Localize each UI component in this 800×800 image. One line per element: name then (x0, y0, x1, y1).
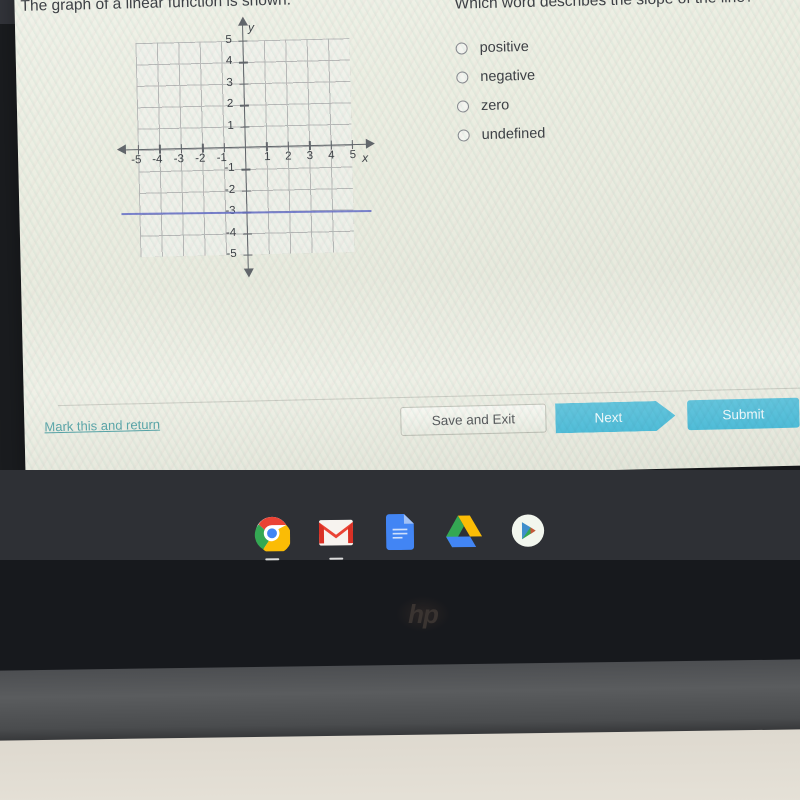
mark-and-return-link[interactable]: Mark this and return (44, 417, 160, 435)
y-tick (243, 254, 253, 257)
x-tick (351, 140, 354, 150)
running-indicator (329, 557, 344, 560)
x-tick-label: -4 (152, 153, 163, 166)
gmail-icon[interactable] (316, 512, 356, 560)
choice-label: positive (479, 38, 529, 56)
x-tick-label: 2 (285, 150, 292, 163)
radio-button-icon[interactable] (456, 99, 470, 113)
x-tick (266, 142, 268, 152)
choice-label: undefined (481, 125, 546, 143)
y-tick-label: -1 (224, 162, 235, 175)
x-axis-label: x (362, 150, 369, 165)
y-tick-label: 5 (225, 33, 232, 47)
x-tick (137, 145, 140, 155)
answer-choices: positive negative zero undefined (455, 32, 546, 150)
choice-zero[interactable]: zero (456, 90, 545, 121)
photo-scene: 5 5 The graph of a linear function is sho… (0, 0, 800, 800)
y-tick (239, 83, 249, 85)
choice-negative[interactable]: negative (456, 61, 544, 92)
y-tick (242, 233, 252, 235)
y-tick-label: -4 (225, 226, 237, 239)
running-indicator (265, 558, 280, 561)
y-tick-label: 1 (227, 119, 234, 132)
x-axis-arrow-left-icon (116, 144, 127, 155)
x-tick-label: -5 (131, 154, 142, 167)
radio-button-icon[interactable] (457, 128, 470, 142)
choice-undefined[interactable]: undefined (457, 119, 546, 150)
x-tick (287, 141, 290, 151)
y-tick (238, 61, 248, 64)
y-tick-label: 3 (226, 76, 233, 89)
google-docs-icon[interactable] (380, 512, 420, 552)
y-tick-label: 4 (225, 55, 233, 68)
x-tick (330, 140, 332, 150)
y-tick (238, 40, 248, 43)
y-tick (241, 190, 251, 192)
y-tick (239, 104, 249, 107)
submit-button[interactable]: Submit (686, 397, 800, 431)
chromeos-shelf (0, 508, 800, 561)
x-tick-label: 5 (349, 148, 357, 162)
y-tick (240, 126, 250, 128)
radio-button-icon[interactable] (456, 70, 469, 84)
x-tick-label: 1 (264, 151, 271, 164)
x-tick-label: -3 (173, 153, 185, 166)
quiz-page: The graph of a linear function is shown. (14, 0, 800, 484)
x-tick-label: 3 (306, 150, 314, 163)
next-button[interactable]: Next (555, 401, 676, 434)
x-tick (180, 144, 183, 154)
google-drive-icon[interactable] (444, 511, 484, 551)
x-axis-arrow-right-icon (365, 138, 375, 149)
y-axis-arrow-up-icon (237, 16, 249, 26)
chrome-icon[interactable] (252, 513, 292, 561)
x-tick-label: -2 (195, 152, 206, 165)
x-tick (223, 143, 226, 153)
desk-surface (0, 729, 800, 800)
save-and-exit-button[interactable]: Save and Exit (400, 403, 547, 437)
prompt-text: The graph of a linear function is shown. (20, 0, 292, 15)
play-store-icon[interactable] (508, 510, 548, 550)
y-tick (241, 168, 251, 171)
x-tick-label: 4 (327, 149, 335, 162)
y-tick-label: -5 (226, 247, 237, 261)
hp-brand-logo: hp (396, 596, 450, 632)
coordinate-graph: -5 -4 -3 -2 -1 1 2 3 4 5 5 4 3 2 1 -1 -2… (115, 16, 377, 292)
choice-label: zero (480, 96, 510, 114)
choice-label: negative (480, 67, 536, 85)
y-axis-arrow-down-icon (243, 268, 254, 278)
y-tick-label: -2 (224, 183, 236, 196)
y-tick-label: 2 (226, 98, 234, 111)
question-text: Which word describes the slope of the li… (454, 0, 754, 13)
x-tick (308, 141, 311, 151)
x-tick (159, 144, 161, 154)
x-tick (202, 143, 204, 153)
choice-positive[interactable]: positive (455, 32, 543, 63)
radio-button-icon[interactable] (455, 41, 468, 55)
y-axis-label: y (247, 20, 255, 35)
